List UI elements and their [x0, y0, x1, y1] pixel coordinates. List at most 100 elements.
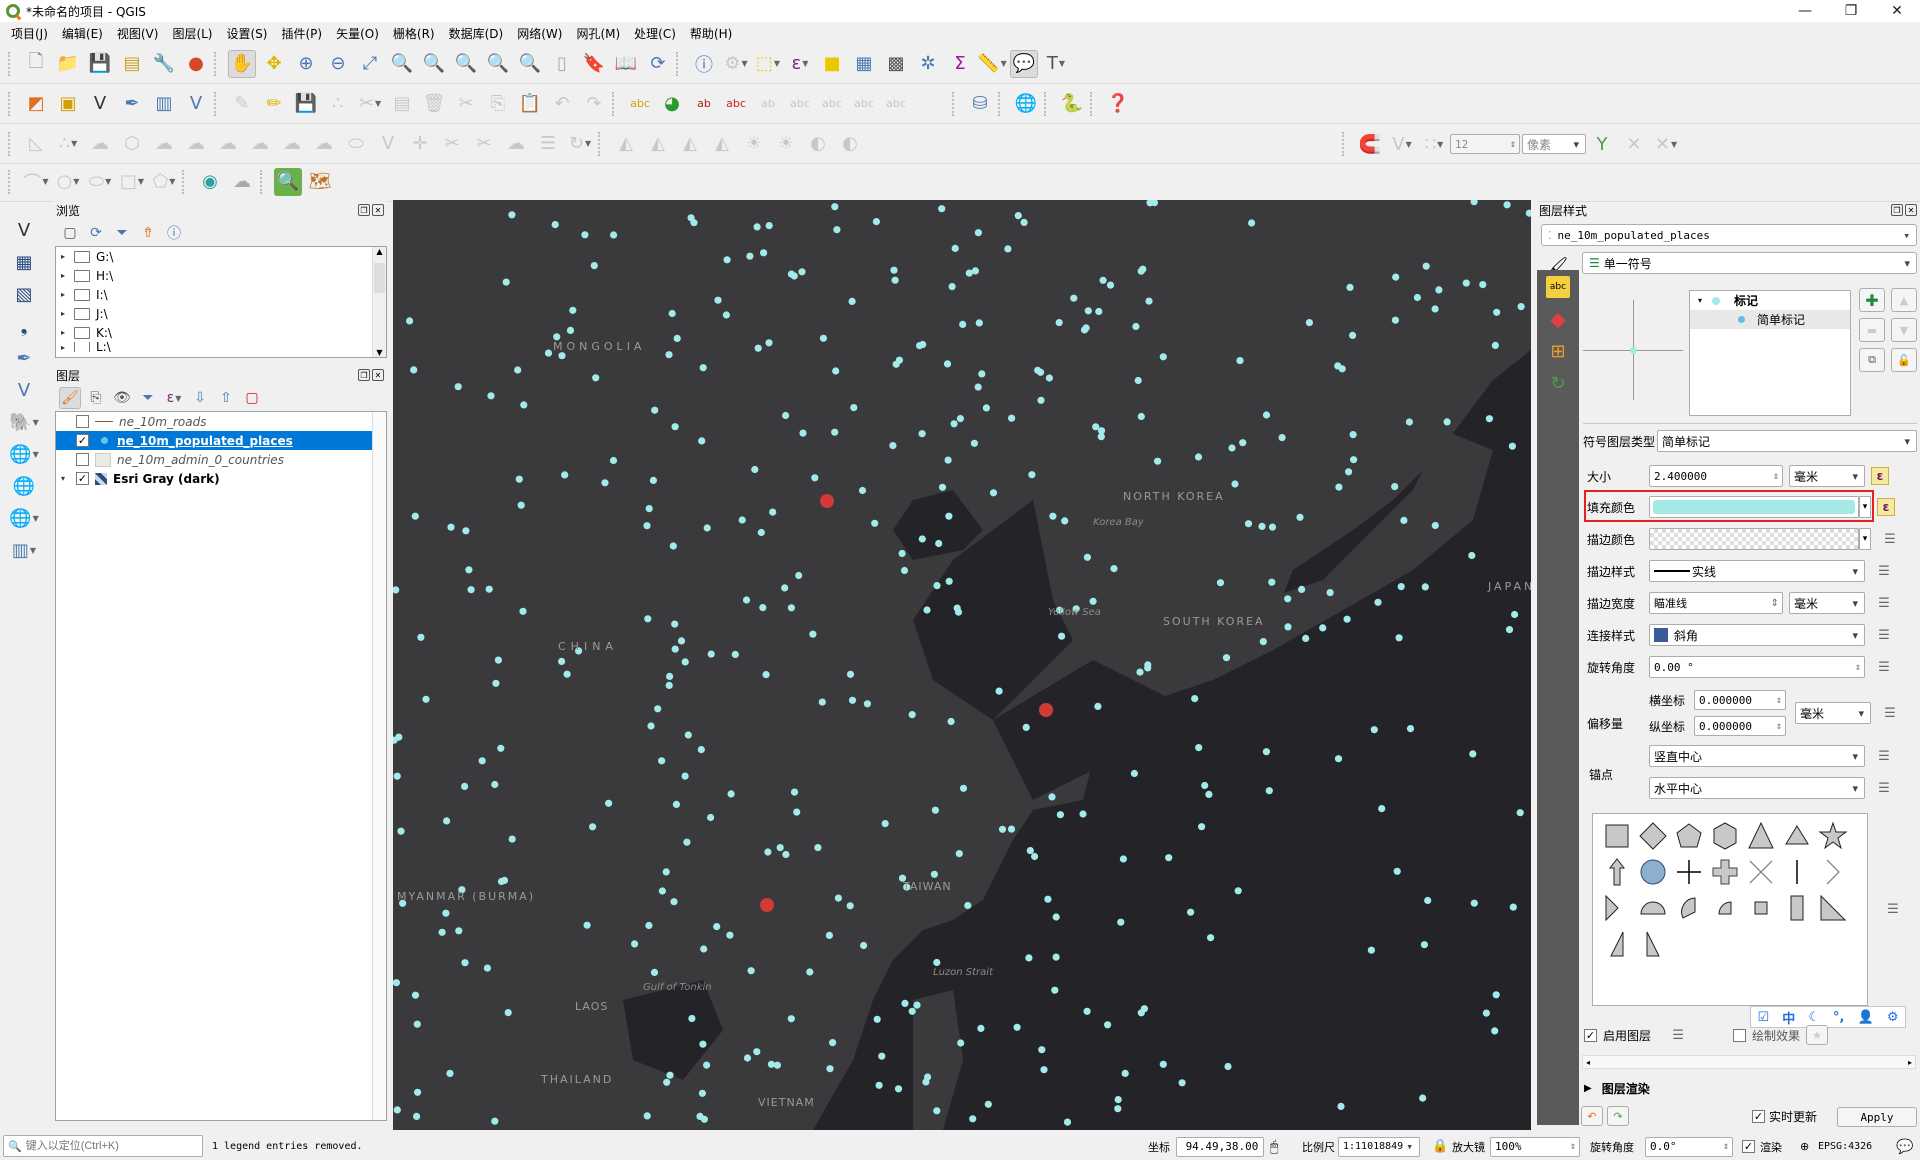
menu-web[interactable]: 网络(W): [510, 25, 569, 42]
layer-item[interactable]: ▾ ✓ Esri Gray (dark): [56, 469, 386, 488]
current-edits-icon[interactable]: ✎: [228, 90, 256, 118]
shape-third-circle[interactable]: [1671, 890, 1707, 926]
rotate-label-icon[interactable]: abc: [850, 90, 878, 118]
add-regular-polygon-icon[interactable]: ⬠ ▼: [150, 168, 178, 196]
filter-browser-icon[interactable]: ⏷: [111, 222, 133, 244]
lock-scale-icon[interactable]: 🔒: [1432, 1139, 1448, 1154]
symbol-tree-child[interactable]: 简单标记: [1690, 310, 1850, 329]
add-delimited-text-icon[interactable]: ❟: [10, 313, 38, 339]
float-panel-button[interactable]: ❐: [1891, 204, 1903, 216]
minimize-button[interactable]: —: [1782, 0, 1828, 22]
browser-item[interactable]: ▸ G:\: [56, 247, 386, 266]
menu-raster[interactable]: 栅格(R): [386, 25, 442, 42]
menu-plugins[interactable]: 插件(P): [274, 25, 329, 42]
zoom-in-icon[interactable]: ⊕: [292, 50, 320, 78]
data-source-manager-icon[interactable]: ◩: [22, 90, 50, 118]
rotation-input[interactable]: 0.00 °: [1649, 656, 1865, 678]
coordinate-input[interactable]: 94.49,38.00: [1176, 1136, 1264, 1157]
shape-pentagon[interactable]: [1671, 818, 1707, 854]
identify-icon[interactable]: ⓘ: [690, 50, 718, 78]
magnifier-input[interactable]: 100%: [1490, 1136, 1580, 1157]
add-ellipse-icon[interactable]: ⬭ ▼: [86, 168, 114, 196]
shape-rectangle[interactable]: [1779, 890, 1815, 926]
toolbar-grip[interactable]: [1090, 91, 1096, 116]
new-temporary-layer-icon[interactable]: ▥: [150, 90, 178, 118]
reshape-features-icon[interactable]: ☁: [310, 130, 338, 158]
horizontal-scrollbar[interactable]: ◂ ▸: [1582, 1055, 1916, 1069]
select-by-expression-icon[interactable]: ε ▼: [786, 50, 814, 78]
draw-effects-button[interactable]: ★: [1806, 1025, 1829, 1045]
layer-select[interactable]: ⁚ ne_10m_populated_places: [1541, 224, 1917, 246]
layer-item[interactable]: ne_10m_admin_0_countries: [56, 450, 386, 469]
save-edits-icon[interactable]: 💾: [292, 90, 320, 118]
3d-view-tab-icon[interactable]: ◆: [1546, 307, 1570, 331]
toolbar-grip[interactable]: [182, 169, 188, 194]
menu-processing[interactable]: 处理(C): [627, 25, 683, 42]
add-arcgis-service-icon[interactable]: 🌐 ▼: [9, 441, 39, 467]
label-toolbar-icon[interactable]: abc: [626, 90, 654, 118]
layer-item[interactable]: ne_10m_roads: [56, 412, 386, 431]
vertex-tool-icon[interactable]: ✂ ▼: [356, 90, 384, 118]
search-plugin-icon[interactable]: 🔍: [274, 167, 302, 196]
undo-icon[interactable]: ↶: [548, 90, 576, 118]
stroke-style-data-defined-icon[interactable]: ☰: [1871, 560, 1897, 582]
refresh-browser-icon[interactable]: ⟳: [85, 222, 107, 244]
close-button[interactable]: ✕: [1874, 0, 1920, 22]
metasearch-icon[interactable]: 🌐: [1012, 90, 1040, 118]
snapping-unit-select[interactable]: 像素: [1522, 134, 1586, 154]
locator-input[interactable]: [25, 1140, 196, 1152]
close-panel-button[interactable]: ✕: [1905, 204, 1917, 216]
zoom-next-icon[interactable]: 🔍: [516, 50, 544, 78]
cloud-upload-icon[interactable]: ☁: [228, 168, 256, 196]
map-tips-icon[interactable]: 💬: [1010, 49, 1038, 78]
shape-semicircle[interactable]: [1635, 890, 1671, 926]
reverse-line-icon[interactable]: V: [374, 130, 402, 158]
toolbar-grip[interactable]: [598, 131, 604, 156]
add-postgis-icon[interactable]: 🐘 ▼: [9, 409, 39, 435]
locator-search[interactable]: 🔍: [3, 1135, 203, 1157]
menu-project[interactable]: 项目(J): [4, 25, 55, 42]
menu-view[interactable]: 视图(V): [110, 25, 166, 42]
rotate-point-symbols-icon[interactable]: ↻ ▼: [566, 130, 594, 158]
delete-selected-icon[interactable]: 🗑: [420, 90, 448, 118]
browser-scrollbar[interactable]: ▲ ▼: [372, 247, 386, 357]
zoom-to-layer-icon[interactable]: 🔍: [420, 50, 448, 78]
undo-style-button[interactable]: ↶: [1581, 1106, 1603, 1126]
offset-x-input[interactable]: 0.000000: [1694, 690, 1786, 710]
topological-editing-icon[interactable]: ✕: [1620, 130, 1648, 158]
new-virtual-layer-icon[interactable]: V: [182, 90, 210, 118]
layer-visibility-checkbox[interactable]: [76, 453, 89, 466]
open-project-icon[interactable]: 📁: [54, 50, 82, 78]
add-selected-layers-icon[interactable]: ▢: [59, 222, 81, 244]
history-tab-icon[interactable]: ↻: [1546, 372, 1570, 394]
snapping-magnet-icon[interactable]: 🧲: [1356, 130, 1384, 158]
highlight-pinned-labels-icon[interactable]: abc: [722, 90, 750, 118]
stroke-style-select[interactable]: 实线: [1649, 560, 1865, 582]
renderer-select[interactable]: ☰ 单一符号: [1582, 252, 1917, 274]
run-action-icon[interactable]: ⚙ ▼: [722, 50, 750, 78]
toggle-extents-icon[interactable]: 🖱: [1270, 1139, 1278, 1155]
move-label-icon[interactable]: abc: [818, 90, 846, 118]
xyz-tiles-icon[interactable]: ◉: [196, 168, 224, 196]
menu-vector[interactable]: 矢量(O): [329, 25, 386, 42]
snap-on-intersection-icon[interactable]: Y: [1588, 130, 1616, 158]
labels-tab-icon[interactable]: abc: [1546, 276, 1570, 298]
expand-all-icon[interactable]: ⇩: [189, 387, 211, 409]
snapping-tolerance-input[interactable]: 12: [1450, 134, 1520, 154]
shape-hexagon[interactable]: [1707, 818, 1743, 854]
add-circular-string-icon[interactable]: ⌒ ▼: [22, 168, 50, 196]
new-shapefile-layer-icon[interactable]: V: [86, 90, 114, 118]
stroke-color-button[interactable]: [1649, 528, 1859, 550]
shape-diamond[interactable]: [1635, 818, 1671, 854]
move-down-button[interactable]: ▼: [1891, 318, 1917, 342]
shape-cross[interactable]: [1671, 854, 1707, 890]
new-bookmark-icon[interactable]: 🔖: [580, 50, 608, 78]
shape-x[interactable]: [1743, 854, 1779, 890]
increase-brightness-icon[interactable]: ☀: [740, 130, 768, 158]
toolbar-grip[interactable]: [8, 51, 14, 76]
avoid-overlap-icon[interactable]: ✕ ▼: [1652, 130, 1680, 158]
rotate-feature-icon[interactable]: ☁: [86, 130, 114, 158]
deselect-all-icon[interactable]: ■: [818, 50, 846, 78]
diagrams-tab-icon[interactable]: ⊞: [1546, 340, 1570, 362]
ime-punctuation-icon[interactable]: °,: [1833, 1010, 1844, 1025]
